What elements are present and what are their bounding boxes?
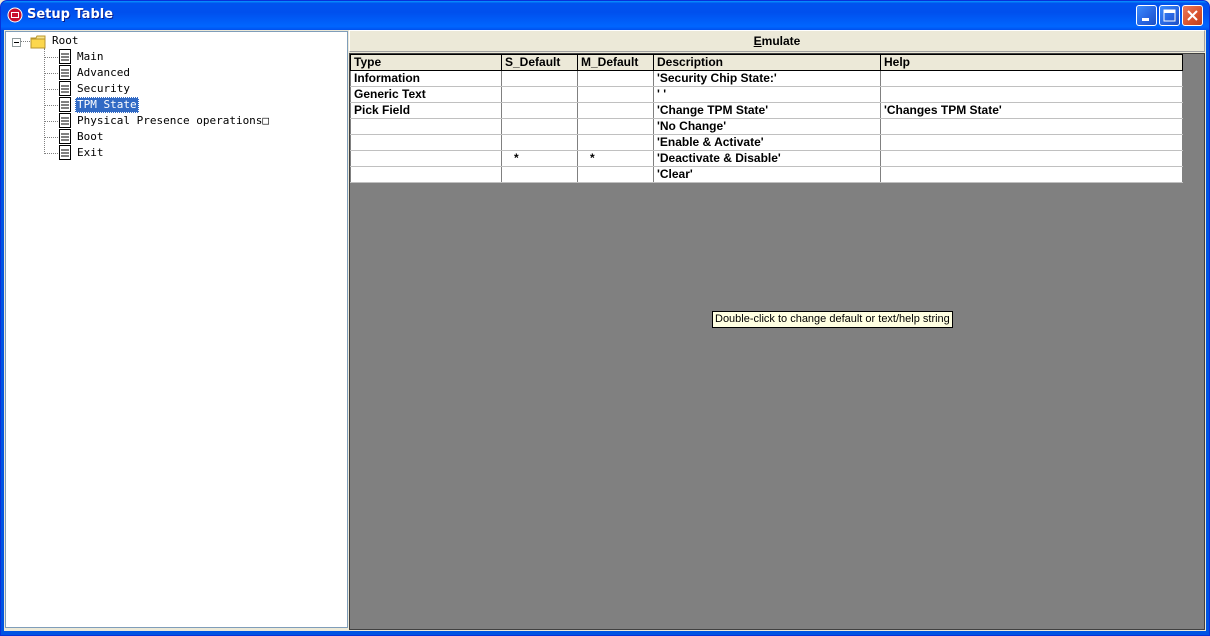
cell-help[interactable] [880,134,1183,151]
grid-header-row: Type S_Default M_Default Description Hel… [350,54,1183,71]
column-header-m-default[interactable]: M_Default [577,54,654,71]
document-icon [59,145,71,160]
tree-connector-line [44,121,58,122]
tree-connector-line [44,73,58,74]
table-row[interactable]: 'Enable & Activate' [350,134,1183,151]
cell-type[interactable] [350,150,502,167]
cell-help[interactable]: 'Changes TPM State' [880,102,1183,119]
detail-pane: Emulate Type S_Default M_Default Descrip… [349,30,1205,630]
cell-s-default[interactable] [501,118,578,135]
table-row[interactable]: Pick Field 'Change TPM State' 'Changes TPM… [350,102,1183,119]
document-icon [59,65,71,80]
tree-connector-line [44,105,58,106]
tree-item-label: TPM State [75,97,139,113]
column-header-help[interactable]: Help [880,54,1183,71]
minimize-button[interactable] [1136,5,1157,26]
cell-m-default[interactable]: * [577,150,654,167]
tree-connector-line [44,137,58,138]
cell-m-default[interactable] [577,118,654,135]
document-icon [59,129,71,144]
cell-s-default[interactable]: * [501,150,578,167]
cell-m-default[interactable] [577,102,654,119]
cell-description[interactable]: 'Enable & Activate' [653,134,881,151]
cell-type[interactable] [350,134,502,151]
cell-s-default[interactable] [501,70,578,87]
emulate-accelerator: E [753,34,762,48]
cell-m-default[interactable] [577,134,654,151]
table-row[interactable]: Information 'Security Chip State:' [350,70,1183,87]
document-icon [59,81,71,96]
setup-table-window: Setup Table Root Main Advanced Security … [0,0,1210,636]
cell-description[interactable]: 'Change TPM State' [653,102,881,119]
client-area: Root Main Advanced Security TPM State Physic… [4,30,1206,631]
cell-description[interactable]: 'Security Chip State:' [653,70,881,87]
setup-grid[interactable]: Type S_Default M_Default Description Hel… [350,54,1183,183]
tree-view[interactable]: Root Main Advanced Security TPM State Physic… [5,31,348,628]
table-row[interactable]: * * 'Deactivate & Disable' [350,150,1183,167]
tree-item-label: Physical Presence operations□ [77,114,270,127]
cell-help[interactable] [880,150,1183,167]
cell-s-default[interactable] [501,102,578,119]
collapse-toggle-icon[interactable] [12,38,21,47]
setup-grid-area[interactable]: Type S_Default M_Default Description Hel… [349,53,1205,630]
column-header-type[interactable]: Type [350,54,502,71]
maximize-button[interactable] [1159,5,1180,26]
table-row[interactable]: 'No Change' [350,118,1183,135]
tree-connector-line [44,153,58,154]
cell-type[interactable]: Generic Text [350,86,502,103]
cell-description[interactable]: ' ' [653,86,881,103]
cell-s-default[interactable] [501,134,578,151]
folder-icon [30,35,46,49]
cell-help[interactable] [880,166,1183,183]
cell-s-default[interactable] [501,166,578,183]
column-header-s-default[interactable]: S_Default [501,54,578,71]
close-button[interactable] [1182,5,1203,26]
cell-type[interactable] [350,118,502,135]
cell-m-default[interactable] [577,166,654,183]
cell-description[interactable]: 'Deactivate & Disable' [653,150,881,167]
cell-s-default[interactable] [501,86,578,103]
emulate-button-label: Emulate [754,34,801,48]
tooltip: Double-click to change default or text/h… [712,311,953,328]
cell-m-default[interactable] [577,86,654,103]
emulate-label-rest: mulate [761,34,801,48]
tree-item-label: Security [77,82,130,95]
document-icon [59,49,71,64]
cell-m-default[interactable] [577,70,654,87]
tree-item-label: Main [77,50,104,63]
cell-type[interactable]: Information [350,70,502,87]
tree-connector-line [21,41,30,42]
tree-root-label: Root [52,34,79,47]
column-header-description[interactable]: Description [653,54,881,71]
cell-help[interactable] [880,118,1183,135]
cell-description[interactable]: 'Clear' [653,166,881,183]
table-row[interactable]: 'Clear' [350,166,1183,183]
tree-connector-line [44,57,58,58]
tree-item-label: Exit [77,146,104,159]
tree-connector-line [44,89,58,90]
cell-help[interactable] [880,70,1183,87]
window-title: Setup Table [27,7,114,22]
app-icon [7,7,23,23]
cell-description[interactable]: 'No Change' [653,118,881,135]
cell-type[interactable]: Pick Field [350,102,502,119]
maximize-icon [1163,9,1176,22]
minimize-icon [1142,18,1149,21]
document-icon [59,113,71,128]
cell-help[interactable] [880,86,1183,103]
table-row[interactable]: Generic Text ' ' [350,86,1183,103]
emulate-button[interactable]: Emulate [349,30,1205,52]
tree-item-label: Advanced [77,66,130,79]
tree-item-label: Boot [77,130,104,143]
document-icon [59,97,71,112]
cell-type[interactable] [350,166,502,183]
close-icon [1187,10,1198,21]
title-bar[interactable]: Setup Table [1,1,1209,30]
